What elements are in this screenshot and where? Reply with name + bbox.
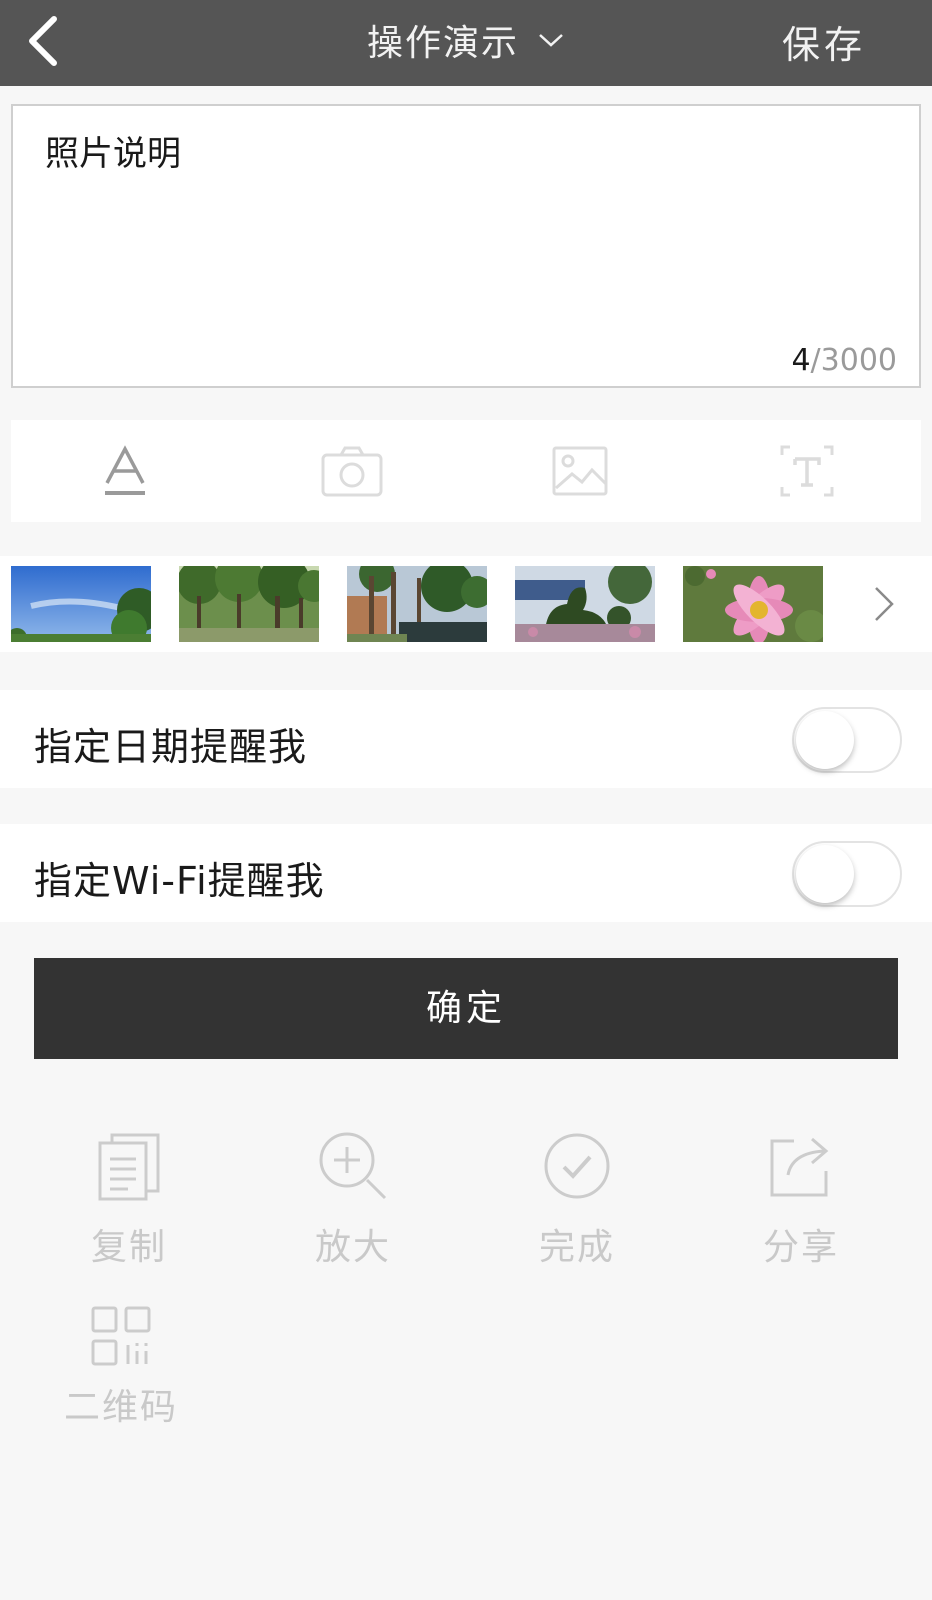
save-button[interactable]: 保存 (782, 14, 866, 69)
date-reminder-row: 指定日期提醒我 (0, 690, 932, 788)
wifi-reminder-label: 指定Wi-Fi提醒我 (34, 859, 325, 903)
photo-thumbnail-1[interactable] (11, 566, 151, 642)
done-button[interactable]: 完成 (502, 1126, 652, 1270)
image-icon (552, 446, 608, 496)
caption-textarea[interactable]: 照片说明 4/3000 (11, 104, 921, 388)
zoom-button[interactable]: 放大 (278, 1126, 428, 1270)
text-format-button[interactable] (11, 420, 239, 522)
share-button[interactable]: 分享 (726, 1126, 876, 1270)
chevron-right-icon (875, 587, 894, 621)
toggle-knob (796, 845, 854, 903)
qrcode-label: 二维码 (63, 1387, 178, 1428)
photo-thumbnail-4[interactable] (515, 566, 655, 642)
text-format-icon (104, 445, 145, 495)
copy-label: 复制 (90, 1227, 167, 1268)
title-dropdown[interactable]: 操作演示 (367, 14, 565, 66)
photo-thumbnail-3[interactable] (347, 566, 487, 642)
zoom-label: 放大 (314, 1227, 391, 1268)
topiary-garden-photo (515, 566, 655, 642)
char-count-current: 4 (791, 343, 811, 378)
date-reminder-label: 指定日期提醒我 (34, 725, 308, 769)
zoom-in-icon (319, 1132, 387, 1200)
qrcode-icon (91, 1306, 151, 1366)
thumbnails-next-button[interactable] (864, 584, 904, 624)
qrcode-button[interactable]: 二维码 (46, 1306, 196, 1430)
copy-button[interactable]: 复制 (54, 1126, 204, 1270)
share-icon (770, 1137, 829, 1197)
page: 操作演示 保存 照片说明 4/3000 指定日期提醒我 指定Wi-Fi提醒我 确… (0, 0, 932, 1600)
text-box-button[interactable] (694, 420, 922, 522)
sky-trees-photo (11, 566, 151, 642)
camera-button[interactable] (239, 420, 467, 522)
text-box-icon (780, 445, 834, 497)
photo-strip (0, 556, 932, 652)
editor-toolbar (11, 420, 921, 522)
copy-icon (98, 1133, 160, 1201)
share-label: 分享 (762, 1227, 839, 1268)
char-count-max: /3000 (810, 343, 897, 378)
char-counter: 4/3000 (791, 343, 897, 378)
wifi-reminder-row: 指定Wi-Fi提醒我 (0, 824, 932, 922)
palm-pond-photo (347, 566, 487, 642)
tree-grove-photo (179, 566, 319, 642)
photo-thumbnail-2[interactable] (179, 566, 319, 642)
camera-icon (321, 446, 383, 497)
confirm-button[interactable]: 确定 (34, 958, 898, 1059)
top-nav-bar: 操作演示 保存 (0, 0, 932, 86)
wifi-reminder-toggle[interactable] (792, 841, 902, 907)
pink-flower-photo (683, 566, 823, 642)
page-title: 操作演示 (366, 23, 519, 64)
chevron-down-icon (539, 34, 563, 47)
done-label: 完成 (538, 1227, 615, 1268)
photo-thumbnail-5[interactable] (683, 566, 823, 642)
caption-text: 照片说明 (45, 134, 181, 174)
image-button[interactable] (466, 420, 694, 522)
check-circle-icon (544, 1133, 610, 1199)
date-reminder-toggle[interactable] (792, 707, 902, 773)
toggle-knob (796, 711, 854, 769)
